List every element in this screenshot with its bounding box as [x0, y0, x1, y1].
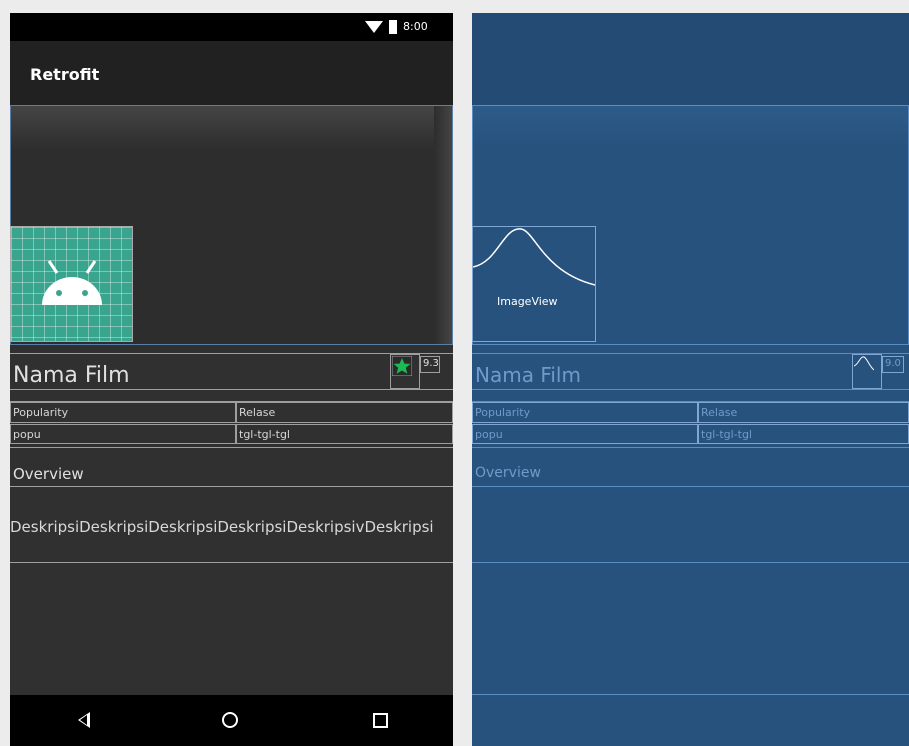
divider	[472, 447, 909, 448]
blueprint-imageview: ImageView	[472, 226, 596, 342]
divider	[472, 353, 909, 354]
popularity-label: Popularity	[13, 406, 69, 419]
blueprint-popularity-label: Popularity	[475, 406, 531, 419]
release-cell: Relase	[236, 402, 453, 423]
popularity-cell: Popularity	[10, 402, 236, 423]
blueprint-preview: ImageView Nama Film 9.0 Popularity Relas…	[472, 13, 909, 746]
blueprint-popularity-value: popu	[475, 428, 503, 441]
blueprint-popularity-cell: Popularity	[472, 402, 698, 423]
wifi-icon	[365, 21, 383, 33]
image-placeholder-icon	[473, 228, 595, 286]
design-preview: 8:00 Retrofit Nama Film 9.3 Popularity R…	[10, 13, 453, 746]
poster-thumbnail	[10, 226, 133, 342]
popularity-value-cell: popu	[10, 424, 236, 444]
android-icon	[42, 260, 102, 305]
blueprint-release-cell: Relase	[698, 402, 909, 423]
divider	[10, 562, 453, 563]
recents-icon[interactable]	[373, 713, 388, 728]
divider	[472, 486, 909, 487]
film-title: Nama Film	[13, 363, 130, 388]
back-icon[interactable]	[78, 712, 90, 728]
rating-container	[390, 354, 420, 389]
rating-box: 9.3	[420, 356, 440, 373]
blueprint-rating-box: 9.0	[882, 356, 904, 373]
divider	[10, 447, 453, 448]
popularity-value: popu	[13, 428, 41, 441]
blueprint-popularity-value-cell: popu	[472, 424, 698, 444]
blueprint-release-value: tgl-tgl-tgl	[701, 428, 752, 441]
blueprint-film-title: Nama Film	[475, 363, 581, 387]
divider	[472, 694, 909, 695]
status-time: 8:00	[403, 20, 428, 33]
blueprint-rating-container	[852, 354, 882, 389]
divider	[10, 486, 453, 487]
divider	[10, 389, 453, 390]
release-value-cell: tgl-tgl-tgl	[236, 424, 453, 444]
star-icon	[392, 356, 412, 376]
imageview-label: ImageView	[497, 295, 558, 308]
app-title: Retrofit	[30, 65, 100, 84]
blueprint-appbar	[472, 13, 909, 105]
release-label: Relase	[239, 406, 276, 419]
overview-label: Overview	[13, 465, 84, 483]
blueprint-overview-label: Overview	[475, 465, 541, 481]
image-placeholder-icon	[854, 356, 874, 371]
blueprint-release-label: Relase	[701, 406, 738, 419]
battery-icon	[389, 20, 397, 34]
divider	[472, 562, 909, 563]
description-text: DeskripsiDeskripsiDeskripsiDeskripsiDesk…	[10, 518, 434, 536]
home-icon[interactable]	[222, 712, 238, 728]
release-value: tgl-tgl-tgl	[239, 428, 290, 441]
status-bar: 8:00	[10, 13, 453, 41]
blueprint-release-value-cell: tgl-tgl-tgl	[698, 424, 909, 444]
divider	[10, 353, 453, 354]
rating-value: 9.3	[423, 358, 439, 369]
blueprint-rating-value: 9.0	[885, 358, 901, 369]
navigation-bar	[10, 695, 453, 746]
divider	[472, 389, 909, 390]
